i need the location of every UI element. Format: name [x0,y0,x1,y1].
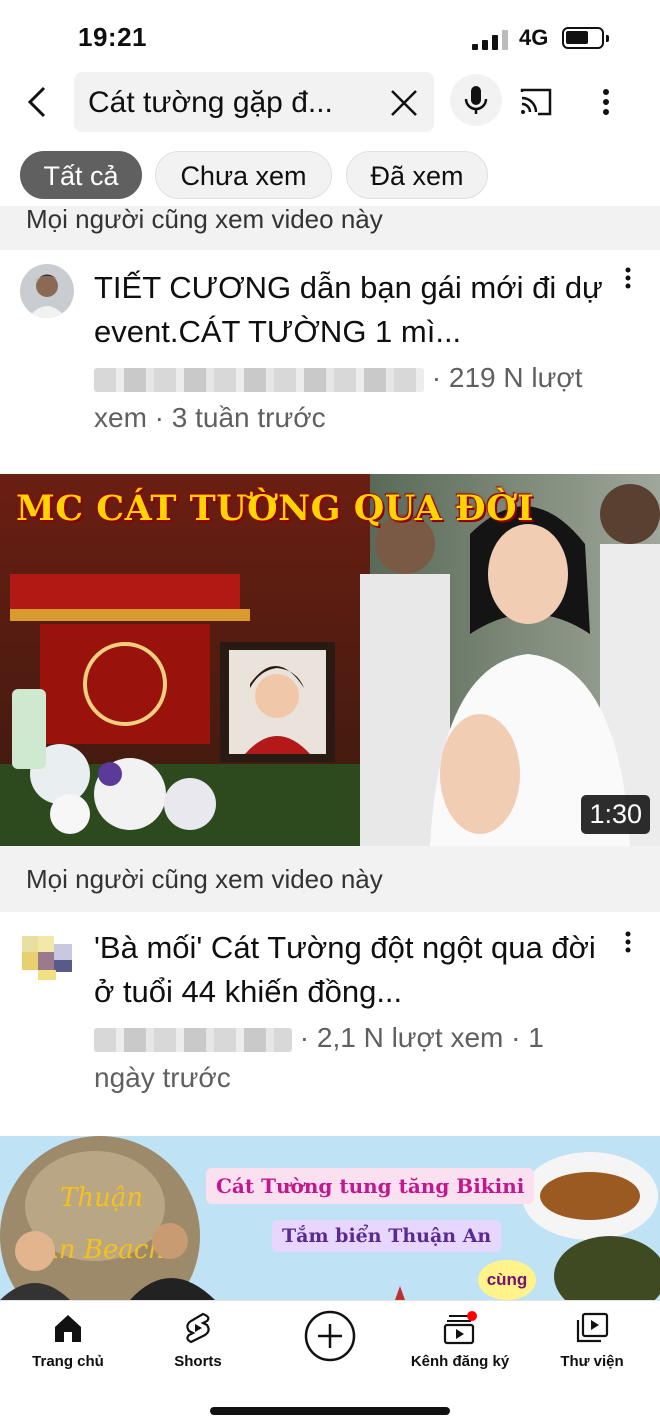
section-header-top-label: Mọi người cũng xem video này [26,206,383,234]
search-header: Cát tường gặp đ... [0,68,660,136]
cast-icon [520,88,552,116]
video-row-2[interactable]: 'Bà mối' Cát Tường đột ngột qua đời ở tu… [0,912,660,1136]
thumbnail-overlay-title: MC CÁT TƯỜNG QUA ĐỜI [16,488,534,529]
section-header-label: Mọi người cũng xem video này [26,864,383,894]
video-meta-1: · 219 N lượt xem · 3 tuần trước [94,358,614,438]
search-query: Cát tường gặp đ... [88,86,333,119]
chip-unwatched[interactable]: Chưa xem [155,151,332,199]
back-arrow-icon [27,86,46,118]
more-vertical-icon [625,931,631,953]
status-time: 19:21 [78,22,147,52]
tab-home[interactable]: Trang chủ [8,1311,128,1370]
thumbnail-image: Thuận An Beach [0,1136,660,1300]
video-views-2: · 2,1 N lượt xem · 1 [299,1022,544,1053]
library-icon [576,1312,609,1343]
video-age-1: xem · 3 tuần trước [94,402,326,433]
create-button[interactable] [303,1309,357,1363]
channel-avatar-1[interactable] [20,264,74,318]
blurred-channel-name [94,367,424,392]
search-input[interactable]: Cát tường gặp đ... [74,72,434,132]
video-row-1[interactable]: TIẾT CƯƠNG dẫn bạn gái mới đi dự event.C… [0,250,660,470]
tab-home-label: Trang chủ [32,1353,104,1370]
filter-chips: Tất cả Chưa xem Đã xem [0,145,660,205]
microphone-icon [464,86,488,114]
tab-library[interactable]: Thư viện [532,1311,652,1370]
back-button[interactable] [18,82,58,122]
svg-text:An Beach: An Beach [38,1235,165,1265]
home-icon [55,1315,81,1342]
svg-text:Thuận: Thuận [60,1183,143,1213]
cast-button[interactable] [516,84,556,120]
chip-all[interactable]: Tất cả [20,151,142,199]
video-title-2[interactable]: 'Bà mối' Cát Tường đột ngột qua đời ở tu… [94,926,614,1014]
blurred-channel-name [94,1027,292,1052]
video-more-button-2[interactable] [618,928,638,958]
video-duration: 1:30 [581,795,650,834]
thumbnail-image [0,474,660,846]
add-icon [304,1310,356,1362]
home-indicator [210,1407,450,1415]
video-meta-2: · 2,1 N lượt xem · 1 ngày trước [94,1018,614,1098]
tab-subscriptions[interactable]: Kênh đăng ký [400,1311,520,1370]
channel-avatar-2[interactable] [20,930,74,984]
video-title-1[interactable]: TIẾT CƯƠNG dẫn bạn gái mới đi dự event.C… [94,266,614,354]
more-vertical-icon [625,267,631,289]
video-age-2: ngày trước [94,1062,231,1093]
video-thumbnail-featured[interactable]: MC CÁT TƯỜNG QUA ĐỜI 1:30 [0,474,660,846]
status-bar: 19:21 4G [0,0,660,72]
clear-search-button[interactable] [388,87,420,119]
tab-shorts-label: Shorts [174,1353,222,1370]
section-header: Mọi người cũng xem video này [0,846,660,912]
tab-library-label: Thư viện [560,1353,624,1370]
more-vertical-icon [603,89,609,115]
thumbnail-caption-3: cùng [478,1260,536,1300]
thumbnail-caption-2: Tắm biển Thuận An [272,1220,502,1252]
close-icon [391,90,417,116]
thumbnail-caption-1: Cát Tường tung tăng Bikini [206,1168,535,1204]
more-options-button[interactable] [592,84,620,120]
chip-watched[interactable]: Đã xem [346,151,488,199]
tab-subscriptions-label: Kênh đăng ký [410,1353,510,1370]
shorts-icon [186,1312,210,1344]
tab-shorts[interactable]: Shorts [138,1311,258,1370]
blurred-avatar-icon [20,930,74,984]
section-header-top: Mọi người cũng xem video này [0,206,660,250]
battery-icon [562,27,609,49]
network-label: 4G [519,25,549,50]
video-views-1: · 219 N lượt [431,362,583,393]
person-avatar-icon [20,264,74,318]
signal-icon [472,30,512,50]
voice-search-button[interactable] [450,74,502,126]
video-thumbnail-next[interactable]: Thuận An Beach Cát Tường tung tăng Bikin… [0,1136,660,1300]
video-more-button-1[interactable] [618,264,638,294]
subscriptions-icon [443,1311,477,1345]
